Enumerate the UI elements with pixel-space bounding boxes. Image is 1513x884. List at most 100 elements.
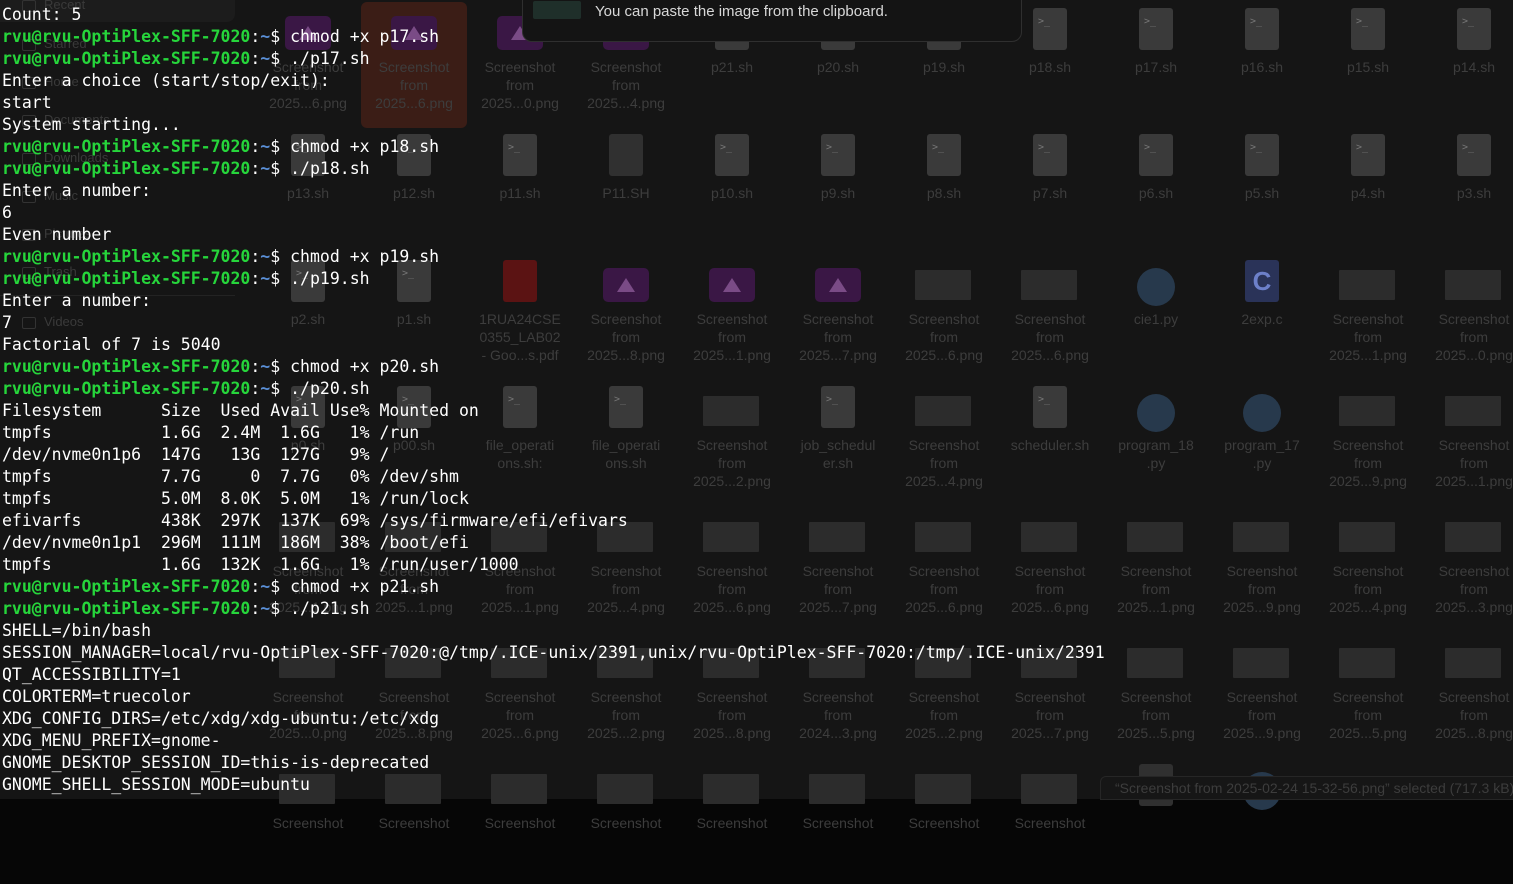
- shell-script-icon: [397, 386, 431, 428]
- file-item[interactable]: p15.sh: [1315, 2, 1421, 128]
- file-item[interactable]: file_operati ons.sh: [573, 380, 679, 506]
- file-item[interactable]: Screenshot from 2025...0.png: [1421, 254, 1513, 380]
- file-item[interactable]: Screenshot: [255, 758, 361, 884]
- file-item[interactable]: Screenshot from 2025...7.png: [785, 506, 891, 632]
- file-item[interactable]: Screenshot from 2025...2.png: [573, 632, 679, 758]
- sidebar-item-videos[interactable]: Videos: [22, 312, 84, 332]
- file-item[interactable]: Screenshot from 2025...2.png: [891, 632, 997, 758]
- file-item[interactable]: Screenshot from 2025...6.png: [891, 254, 997, 380]
- file-item[interactable]: Screenshot from 2025...8.png: [679, 632, 785, 758]
- shell-script-icon: [1139, 134, 1173, 176]
- sidebar-item-documents[interactable]: Documents: [22, 110, 110, 130]
- sidebar-item-label: Recent: [44, 0, 86, 12]
- file-item[interactable]: Screenshot: [467, 758, 573, 884]
- file-name: p3.sh: [1456, 185, 1492, 201]
- file-item[interactable]: C 2exp.c: [1209, 254, 1315, 380]
- file-item[interactable]: Screenshot: [891, 758, 997, 884]
- file-item[interactable]: Screenshot from 2025...9.png: [1209, 506, 1315, 632]
- shell-script-icon: [1245, 134, 1279, 176]
- file-item[interactable]: Screenshot from 2025...8.png: [361, 632, 467, 758]
- sidebar-item-music[interactable]: Music: [22, 186, 78, 206]
- file-item[interactable]: file_operati ons.sh:: [467, 380, 573, 506]
- file-item[interactable]: Screenshot from 2025...5.png: [1315, 632, 1421, 758]
- file-item[interactable]: program_18 .py: [1103, 380, 1209, 506]
- text-file-icon: [609, 134, 643, 176]
- file-item[interactable]: Screenshot from 2025...7.png: [997, 632, 1103, 758]
- file-item[interactable]: Screenshot from 2025...6.png: [997, 254, 1103, 380]
- file-item[interactable]: Screenshot from 2025...1.png: [1103, 506, 1209, 632]
- shell-script-icon: [1139, 8, 1173, 50]
- file-item[interactable]: Screenshot: [997, 758, 1103, 884]
- screenshot-thumbnail-icon: [1233, 648, 1289, 678]
- file-item[interactable]: Screenshot from 2025...9.png: [1209, 632, 1315, 758]
- file-item[interactable]: p6.sh: [1103, 128, 1209, 254]
- folder-icon: [22, 114, 36, 127]
- file-item[interactable]: p17.sh: [1103, 2, 1209, 128]
- file-name: job_schedul er.sh: [800, 437, 876, 471]
- file-item[interactable]: Screenshot from 2025...0.png: [255, 632, 361, 758]
- file-name: Screenshot from 2025...2.png: [905, 689, 983, 741]
- file-item[interactable]: Screenshot from 2024...3.png: [785, 632, 891, 758]
- file-item[interactable]: Screenshot from 2025...6.png: [891, 506, 997, 632]
- file-item[interactable]: Screenshot from 2025...4.png: [573, 506, 679, 632]
- file-item[interactable]: p11.sh: [467, 128, 573, 254]
- file-name: Screenshot from 2025...1.png: [1329, 311, 1407, 363]
- file-name: Screenshot from 2025...8.png: [375, 689, 453, 741]
- clipboard-notification[interactable]: You can paste the image from the clipboa…: [522, 0, 1022, 42]
- terminal-command: chmod +x p19.sh: [280, 247, 440, 266]
- file-item[interactable]: Screenshot from 2025...1.png: [467, 506, 573, 632]
- file-item[interactable]: Screenshot: [573, 758, 679, 884]
- file-item[interactable]: 1RUA24CSE 0355_LAB02 - Goo...s.pdf: [467, 254, 573, 380]
- file-item[interactable]: Screenshot from 2025...6.png: [679, 506, 785, 632]
- screenshot-thumbnail-icon: [279, 648, 335, 678]
- file-item[interactable]: Screenshot from 2025...9.png: [1315, 380, 1421, 506]
- file-name: Screenshot: [696, 815, 768, 831]
- file-item[interactable]: Screenshot: [785, 758, 891, 884]
- file-item[interactable]: Screenshot from 2025...6.png: [361, 2, 467, 128]
- file-item[interactable]: Screenshot from 2025...6.png: [997, 506, 1103, 632]
- file-item[interactable]: Screenshot from 2025...8.png: [573, 254, 679, 380]
- file-name: Screenshot from 2025...1.png: [693, 311, 771, 363]
- file-item[interactable]: p8.sh: [891, 128, 997, 254]
- file-item[interactable]: Screenshot from 2025...5.png: [1103, 632, 1209, 758]
- file-item[interactable]: Screenshot from 2025...1.png: [1315, 254, 1421, 380]
- screenshot-thumbnail-icon: [703, 396, 759, 426]
- prompt-symbol: $: [270, 49, 281, 68]
- file-item[interactable]: p0.sh: [255, 380, 361, 506]
- file-item[interactable]: p4.sh: [1315, 128, 1421, 254]
- file-item[interactable]: p16.sh: [1209, 2, 1315, 128]
- file-item[interactable]: Screenshot from 2025...1.png: [679, 254, 785, 380]
- file-item[interactable]: cie1.py: [1103, 254, 1209, 380]
- file-item[interactable]: Screenshot from 2025...3.png: [1421, 506, 1513, 632]
- screenshot-thumbnail-icon: [703, 774, 759, 804]
- file-item[interactable]: Screenshot from 2025...8.png: [1421, 632, 1513, 758]
- file-item[interactable]: p00.sh: [361, 380, 467, 506]
- file-item[interactable]: p5.sh: [1209, 128, 1315, 254]
- sidebar-item-home[interactable]: Home: [22, 72, 79, 92]
- file-item[interactable]: P11.SH: [573, 128, 679, 254]
- file-name: Screenshot: [908, 815, 980, 831]
- sidebar-item-recent[interactable]: Recent: [22, 0, 85, 15]
- file-item[interactable]: p3.sh: [1421, 128, 1513, 254]
- file-item[interactable]: Screenshot from 2025...7.png: [785, 254, 891, 380]
- file-item[interactable]: p14.sh: [1421, 2, 1513, 128]
- file-name: Screenshot from 2025...6.png: [693, 563, 771, 615]
- file-item[interactable]: Screenshot from 2025...4.png: [1315, 506, 1421, 632]
- file-item[interactable]: p7.sh: [997, 128, 1103, 254]
- file-item[interactable]: Screenshot: [361, 758, 467, 884]
- sidebar-item-label: Documents: [44, 112, 110, 127]
- file-item[interactable]: Screenshot: [679, 758, 785, 884]
- file-item[interactable]: program_17 .py: [1209, 380, 1315, 506]
- file-item[interactable]: p10.sh: [679, 128, 785, 254]
- file-manager-window: Recent Starred Home Documents Downloads Music…: [0, 0, 1513, 831]
- file-item[interactable]: scheduler.sh: [997, 380, 1103, 506]
- file-item[interactable]: Screenshot from 2025...2.png: [679, 380, 785, 506]
- sidebar-item-pictures[interactable]: Pictures: [22, 224, 91, 244]
- file-name: Screenshot from 2025...4.png: [587, 59, 665, 111]
- file-item[interactable]: job_schedul er.sh: [785, 380, 891, 506]
- file-item[interactable]: p9.sh: [785, 128, 891, 254]
- file-item[interactable]: Screenshot from 2025...1.png: [361, 506, 467, 632]
- file-item[interactable]: Screenshot from 2025...6.png: [467, 632, 573, 758]
- file-item[interactable]: Screenshot from 2025...4.png: [891, 380, 997, 506]
- file-item[interactable]: Screenshot from 2025...1.png: [1421, 380, 1513, 506]
